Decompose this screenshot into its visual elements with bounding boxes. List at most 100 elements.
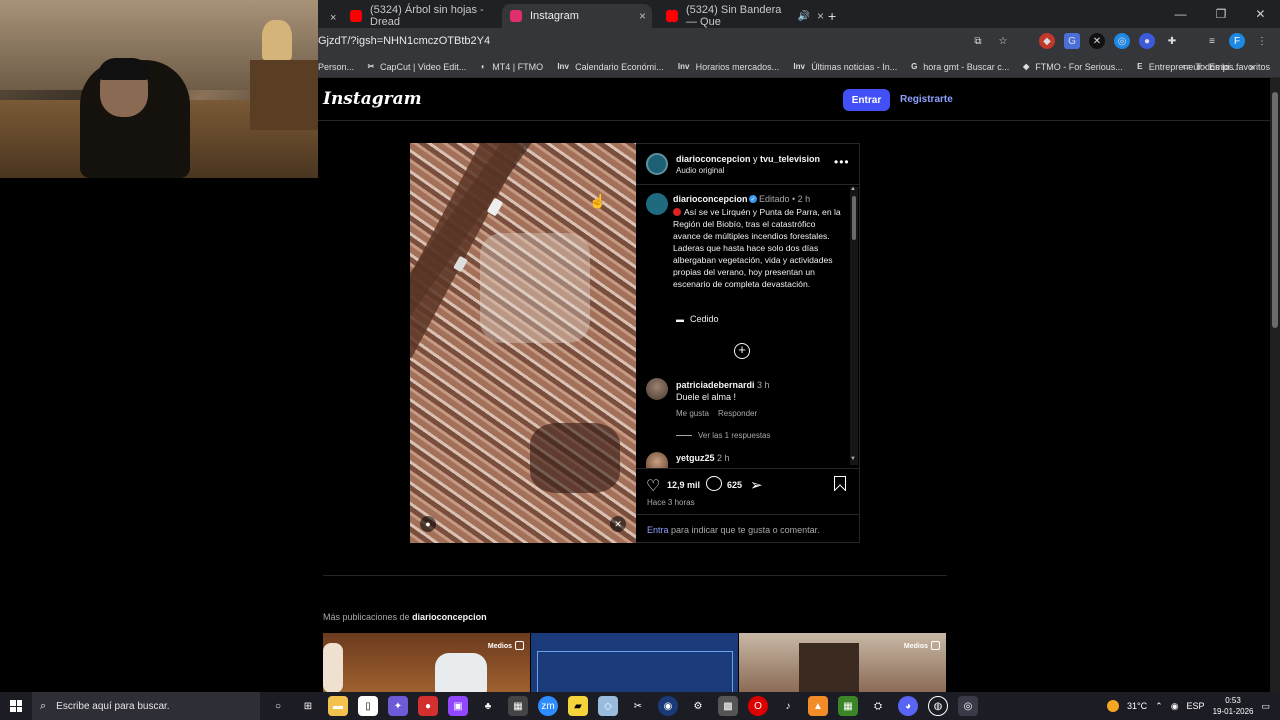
- audio-link[interactable]: Audio original: [676, 166, 724, 175]
- bookmark-item[interactable]: Inv Calendario Económi...: [555, 62, 663, 72]
- load-more-comments-icon[interactable]: +: [734, 343, 750, 359]
- bookmark-item[interactable]: ◆ FTMO - For Serious...: [1021, 62, 1123, 72]
- author-link[interactable]: diarioconcepcion: [676, 154, 751, 164]
- tagged-user-icon[interactable]: ●: [420, 516, 436, 532]
- bookmark-item[interactable]: ✂ CapCut | Video Edit...: [366, 62, 467, 72]
- comment-like-button[interactable]: Me gusta: [676, 409, 709, 418]
- login-link[interactable]: Entra: [647, 525, 669, 535]
- caption-avatar[interactable]: [646, 193, 668, 215]
- extension-icon[interactable]: ◎: [1114, 33, 1130, 49]
- signup-link[interactable]: Registrarte: [900, 94, 953, 105]
- extension-icon[interactable]: ◆: [1039, 33, 1055, 49]
- instagram-logo[interactable]: Instagram: [323, 89, 422, 109]
- notification-icon[interactable]: ▭: [1261, 701, 1270, 712]
- install-icon[interactable]: ⧉: [970, 33, 986, 49]
- bookmark-item[interactable]: ◐ MT4 | FTMO: [478, 62, 543, 72]
- app-icon[interactable]: ▩: [718, 696, 738, 716]
- app-icon[interactable]: ◉: [658, 696, 678, 716]
- close-icon[interactable]: ×: [639, 9, 646, 23]
- more-post-thumbnail[interactable]: Medios: [739, 633, 946, 693]
- opera-icon[interactable]: O: [748, 696, 768, 716]
- app-icon[interactable]: ▲: [808, 696, 828, 716]
- bookmark-icon[interactable]: [834, 476, 846, 491]
- notepad-icon[interactable]: ▯: [358, 696, 378, 716]
- chevron-up-icon[interactable]: ⌃: [1155, 701, 1163, 712]
- network-icon[interactable]: ◉: [1171, 701, 1179, 712]
- heart-icon[interactable]: ♡: [646, 476, 660, 496]
- tiktok-icon[interactable]: ♪: [778, 696, 798, 716]
- comment-avatar[interactable]: [646, 452, 668, 468]
- taskbar-search[interactable]: ⌕ Escribe aquí para buscar.: [32, 692, 260, 720]
- comments-scrollbar-thumb[interactable]: [852, 196, 856, 240]
- copilot-icon[interactable]: ✦: [388, 696, 408, 716]
- share-icon[interactable]: ➢: [750, 476, 763, 494]
- tab-instagram[interactable]: Instagram ×: [502, 4, 652, 28]
- tab-youtube-arbol[interactable]: (5324) Árbol sin hojas - Dread ×: [342, 4, 512, 28]
- weather-icon[interactable]: [1107, 700, 1120, 712]
- file-explorer-icon[interactable]: ▬: [328, 696, 348, 716]
- comment-avatar[interactable]: [646, 378, 668, 400]
- carousel-icon: [515, 641, 524, 650]
- star-icon[interactable]: ☆: [995, 33, 1011, 49]
- url-field[interactable]: GjzdT/?igsh=NHN1cmczOTBtb2Y4: [318, 35, 490, 47]
- coauthor-link[interactable]: tvu_television: [760, 154, 820, 164]
- app-icon[interactable]: ◇: [598, 696, 618, 716]
- login-button[interactable]: Entrar: [843, 89, 890, 111]
- bookmark-item[interactable]: Ghora gmt - Buscar c...: [909, 62, 1009, 72]
- clock[interactable]: 0:53 19-01-2026: [1213, 695, 1254, 717]
- profile-avatar[interactable]: F: [1229, 33, 1245, 49]
- comment-username[interactable]: patriciadebernardi: [676, 380, 755, 390]
- tab-youtube-sin-bandera[interactable]: (5324) Sin Bandera — Que 🔊 ×: [658, 4, 824, 28]
- speaker-icon[interactable]: 🔊: [798, 11, 810, 22]
- page-scrollbar-thumb[interactable]: [1272, 92, 1278, 328]
- puzzle-icon[interactable]: ✚: [1164, 33, 1180, 49]
- temperature[interactable]: 31°C: [1127, 701, 1147, 711]
- translate-icon[interactable]: G: [1064, 33, 1080, 49]
- bookmark-item[interactable]: Inv Últimas noticias - In...: [791, 62, 897, 72]
- bookmark-item[interactable]: Inv Horarios mercados...: [676, 62, 779, 72]
- more-options-icon[interactable]: •••: [834, 155, 850, 169]
- app-icon[interactable]: ▦: [508, 696, 528, 716]
- task-view-icon[interactable]: ⊞: [298, 696, 318, 716]
- tab-search-icon[interactable]: ≡: [1204, 33, 1220, 49]
- sticky-notes-icon[interactable]: ▰: [568, 696, 588, 716]
- app-icon[interactable]: ●: [418, 696, 438, 716]
- scroll-down-arrow-icon[interactable]: ▼: [850, 456, 856, 462]
- like-count[interactable]: 12,9 mil: [667, 480, 700, 490]
- comment-icon[interactable]: [706, 476, 722, 491]
- caption-username[interactable]: diarioconcepcion: [673, 194, 748, 204]
- scroll-up-arrow-icon[interactable]: ▲: [850, 186, 856, 192]
- view-replies-button[interactable]: Ver las 1 respuestas: [676, 431, 770, 440]
- comment-time: 3 h: [757, 380, 770, 390]
- new-tab-button[interactable]: +: [820, 4, 844, 28]
- extension-icon[interactable]: ✕: [1089, 33, 1105, 49]
- minecraft-icon[interactable]: ▦: [838, 696, 858, 716]
- windows-start-icon[interactable]: [10, 700, 22, 712]
- author-avatar[interactable]: [646, 153, 668, 175]
- close-window-button[interactable]: ✕: [1255, 7, 1265, 21]
- twitch-icon[interactable]: ▣: [448, 696, 468, 716]
- restore-button[interactable]: ❐: [1216, 7, 1227, 21]
- chrome-icon[interactable]: ◎: [958, 696, 978, 716]
- more-post-thumbnail[interactable]: [531, 633, 738, 693]
- capcut-icon[interactable]: ✂: [628, 696, 648, 716]
- language-indicator[interactable]: ESP: [1187, 701, 1205, 711]
- settings-icon[interactable]: ⚙: [688, 696, 708, 716]
- comment-reply-button[interactable]: Responder: [718, 409, 757, 418]
- steam-icon[interactable]: ⛭: [868, 696, 888, 716]
- muted-icon[interactable]: ✕: [610, 516, 626, 532]
- cortana-icon[interactable]: ○: [268, 696, 288, 716]
- discord-icon[interactable]: ◕: [898, 696, 918, 716]
- extension-icon[interactable]: ●: [1139, 33, 1155, 49]
- comment-count[interactable]: 625: [727, 480, 742, 490]
- zoom-icon[interactable]: zm: [538, 696, 558, 716]
- app-icon[interactable]: ◍: [928, 696, 948, 716]
- bookmark-item[interactable]: Person...: [318, 62, 354, 72]
- minimize-button[interactable]: —: [1175, 7, 1187, 21]
- all-bookmarks-button[interactable]: ▭ Todos los favoritos: [1182, 61, 1270, 72]
- more-post-thumbnail[interactable]: Medios: [323, 633, 530, 693]
- more-posts-user[interactable]: diarioconcepcion: [412, 612, 487, 622]
- menu-icon[interactable]: ⋮: [1254, 33, 1270, 49]
- comment-username[interactable]: yetguz25: [676, 453, 715, 463]
- app-icon[interactable]: ♣: [478, 696, 498, 716]
